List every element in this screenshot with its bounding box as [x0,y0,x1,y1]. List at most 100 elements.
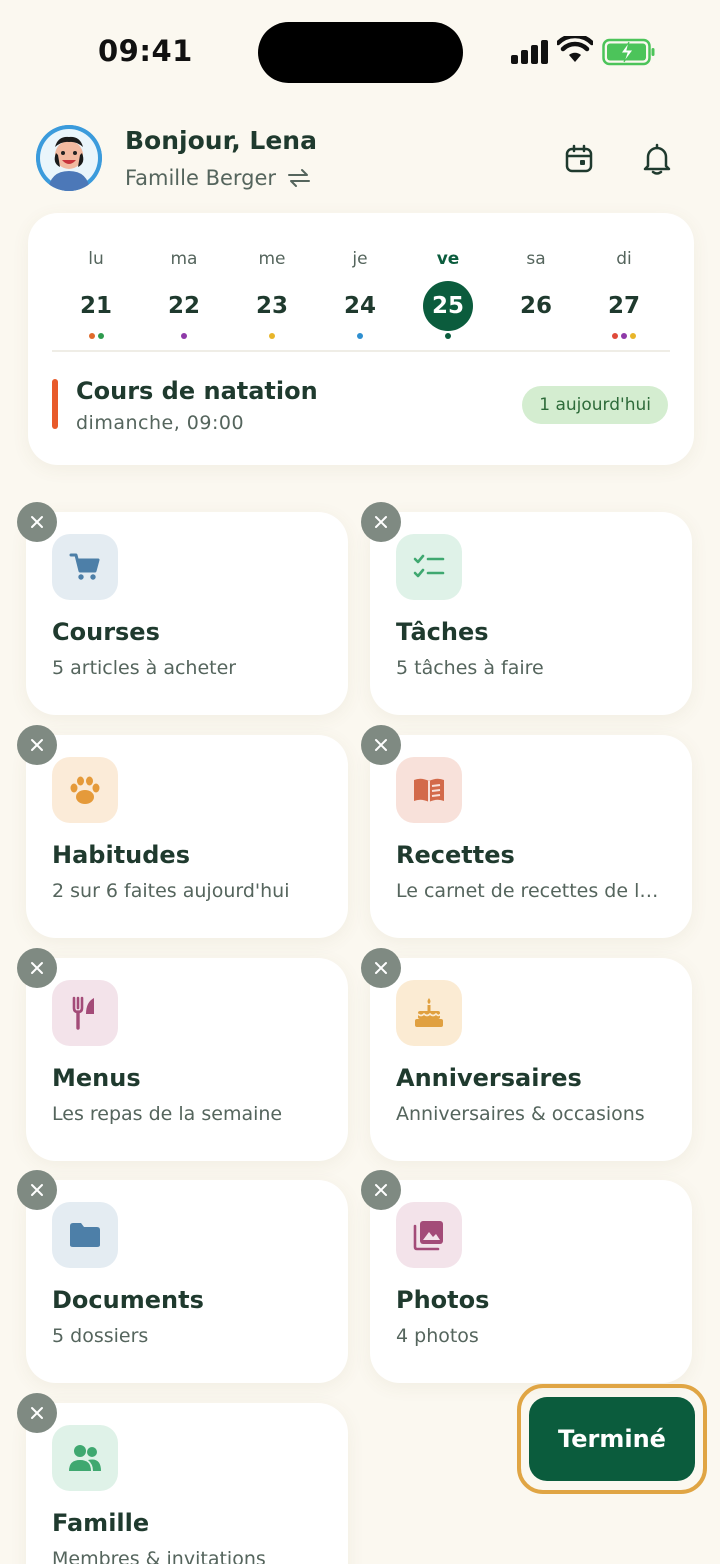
day-lu[interactable]: lu 21 [66,249,126,341]
day-name: ma [170,249,198,269]
event-color-bar [52,379,58,429]
done-button[interactable]: Terminé [529,1397,695,1481]
day-number: 27 [607,293,640,319]
remove-tile-button[interactable] [17,725,57,765]
avatar[interactable] [36,125,102,191]
switch-icon [288,169,311,187]
cake-icon [396,980,462,1046]
tile-subtitle: Membres & invitations [52,1548,266,1564]
close-icon [375,1184,387,1196]
tile-subtitle: 4 photos [396,1325,479,1347]
event-time: dimanche, 09:00 [76,412,245,434]
tile-subtitle: 5 dossiers [52,1325,149,1347]
module-tile-courses[interactable]: Courses 5 articles à acheter [26,512,348,715]
bell-icon [643,143,671,175]
day-name: ve [436,249,460,269]
remove-tile-button[interactable] [361,1170,401,1210]
remove-tile-button[interactable] [17,1393,57,1433]
close-icon [31,962,43,974]
module-tile-tâches[interactable]: Tâches 5 tâches à faire [370,512,692,715]
tile-subtitle: Les repas de la semaine [52,1103,283,1125]
tile-title: Documents [52,1286,204,1314]
remove-tile-button[interactable] [17,1170,57,1210]
status-time: 09:41 [98,34,193,68]
close-icon [375,516,387,528]
greeting-title: Bonjour, Lena [125,126,317,155]
day-number: 25 [423,281,473,331]
remove-tile-button[interactable] [17,502,57,542]
day-number: 23 [255,293,288,319]
day-ve[interactable]: ve 25 [418,249,478,341]
day-name: di [616,249,632,269]
tile-title: Tâches [396,618,489,646]
event-dot [621,333,627,339]
remove-tile-button[interactable] [361,725,401,765]
avatar-illustration [36,125,102,191]
day-sa[interactable]: sa 26 [506,249,566,341]
event-dot [612,333,618,339]
module-tile-anniversaires[interactable]: Anniversaires Anniversaires & occasions [370,958,692,1161]
tile-title: Courses [52,618,160,646]
battery-charging-icon [602,38,655,66]
module-tile-photos[interactable]: Photos 4 photos [370,1180,692,1383]
paw-icon [52,757,118,823]
event-title[interactable]: Cours de natation [76,377,318,405]
tile-title: Famille [52,1509,150,1537]
event-dot [269,333,275,339]
notifications-button[interactable] [638,140,676,178]
tile-title: Photos [396,1286,490,1314]
module-tile-habitudes[interactable]: Habitudes 2 sur 6 faites aujourd'hui [26,735,348,938]
calendar-button[interactable] [560,140,598,178]
cutlery-icon [52,980,118,1046]
remove-tile-button[interactable] [361,948,401,988]
module-tile-recettes[interactable]: Recettes Le carnet de recettes de la fami… [370,735,692,938]
remove-tile-button[interactable] [361,502,401,542]
tile-subtitle: Le carnet de recettes de la famille [396,880,666,902]
tile-title: Recettes [396,841,515,869]
event-dot [97,333,104,339]
event-dots [330,333,390,341]
day-number: 21 [79,293,112,319]
tile-title: Habitudes [52,841,190,869]
tile-subtitle: Anniversaires & occasions [396,1103,645,1125]
event-dot [357,333,363,339]
module-tile-menus[interactable]: Menus Les repas de la semaine [26,958,348,1161]
module-tile-documents[interactable]: Documents 5 dossiers [26,1180,348,1383]
day-name: je [352,249,368,269]
close-icon [31,516,43,528]
calendar-divider [52,350,670,352]
calendar-icon [565,144,593,173]
day-di[interactable]: di 27 [594,249,654,341]
family-switcher[interactable]: Famille Berger [125,166,312,190]
close-icon [31,739,43,751]
tile-title: Menus [52,1064,141,1092]
recipe-book-icon [396,757,462,823]
day-ma[interactable]: ma 22 [154,249,214,341]
day-number: 24 [343,293,376,319]
day-je[interactable]: je 24 [330,249,390,341]
day-name: me [258,249,286,269]
tile-subtitle: 5 articles à acheter [52,657,237,679]
tile-title: Anniversaires [396,1064,582,1092]
folder-icon [52,1202,118,1268]
event-dot [181,333,187,339]
module-tile-famille[interactable]: Famille Membres & invitations [26,1403,348,1564]
close-icon [31,1407,43,1419]
day-number: 26 [519,293,552,319]
remove-tile-button[interactable] [17,948,57,988]
day-number: 22 [167,293,200,319]
wifi-icon [557,36,593,62]
day-name: sa [526,249,546,269]
close-icon [375,962,387,974]
checklist-icon [396,534,462,600]
event-dots [506,333,566,341]
cellular-signal-icon [511,40,549,64]
family-name: Famille Berger [125,166,277,190]
event-dot [445,333,451,339]
close-icon [31,1184,43,1196]
day-me[interactable]: me 23 [242,249,302,341]
week-calendar-card: lu 21 ma 22 me 23 je 24 ve 25 sa 26 di 27 Cours de na… [28,213,694,465]
dynamic-island [258,22,463,83]
cart-icon [52,534,118,600]
close-icon [375,739,387,751]
